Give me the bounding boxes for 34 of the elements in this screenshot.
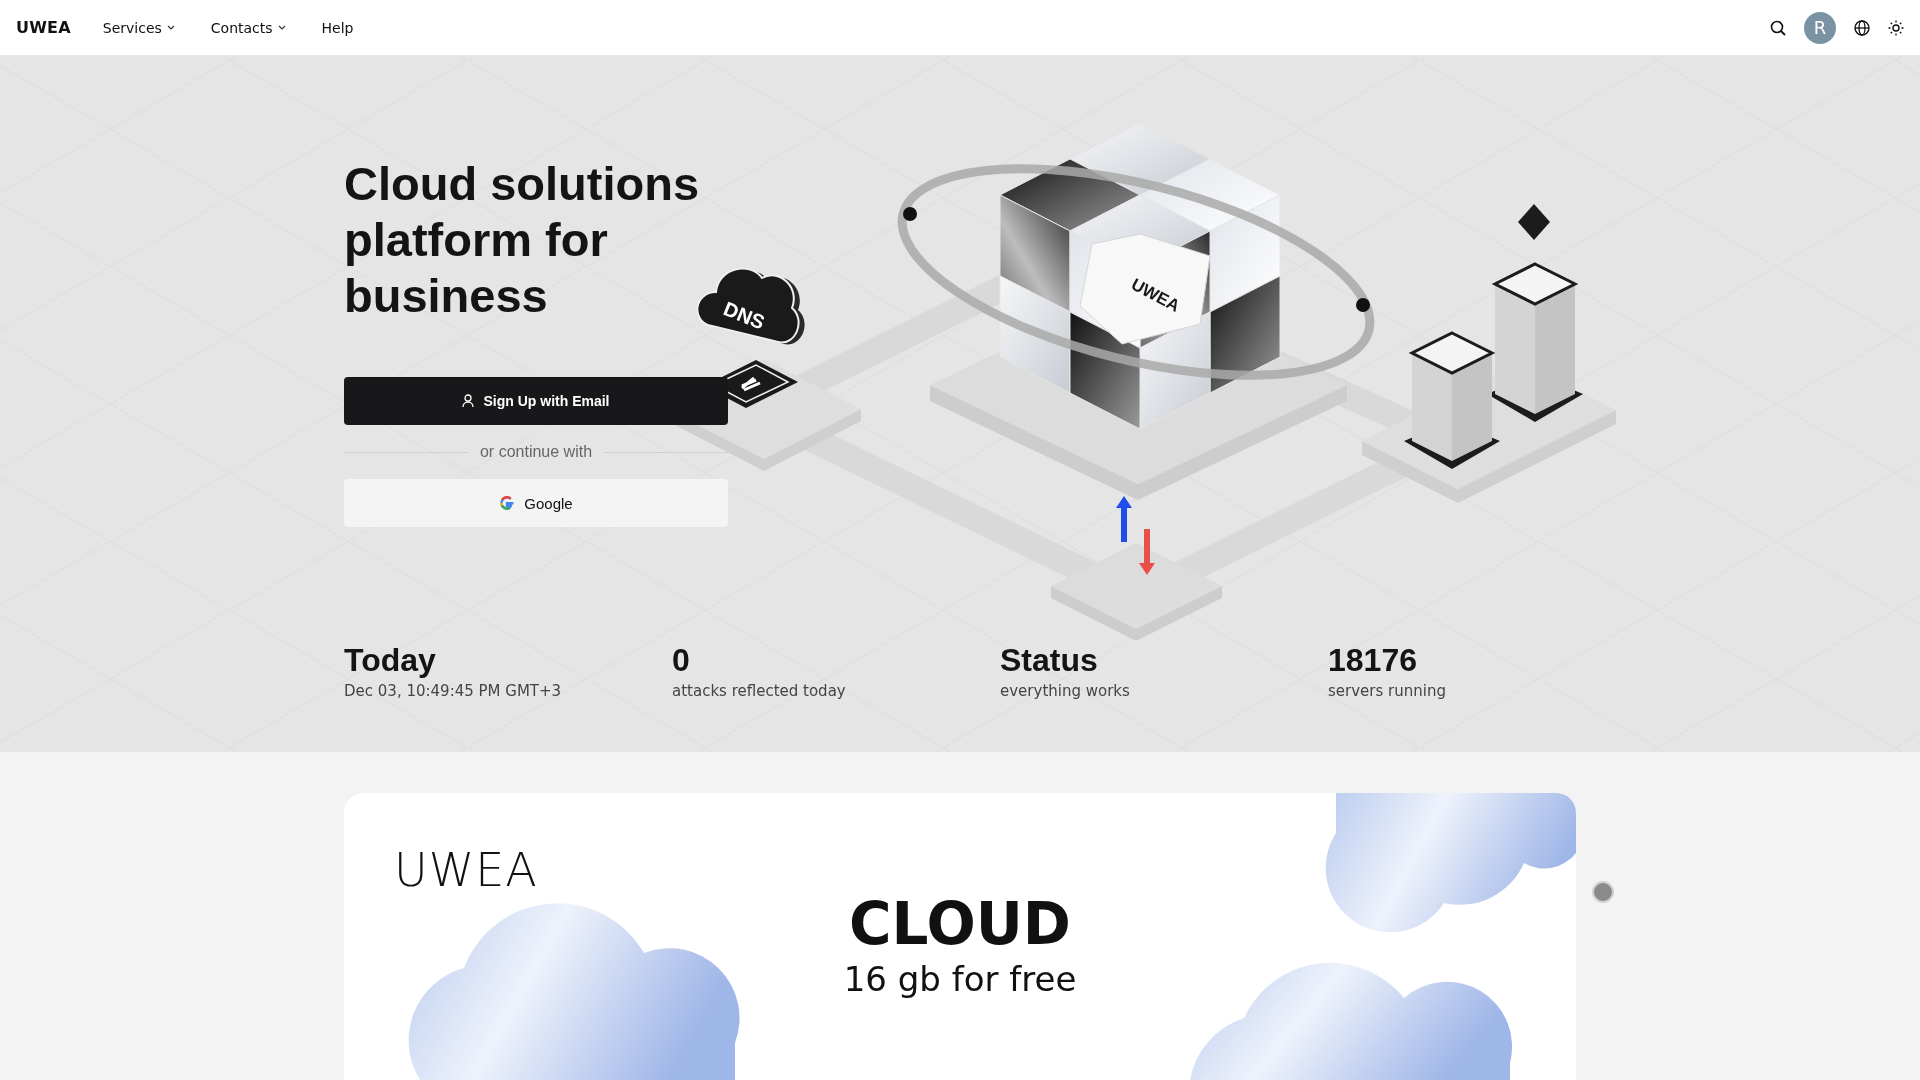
chevron-down-icon: [277, 25, 286, 30]
stat-value: 18176: [1328, 641, 1418, 680]
banner-subline: 16 gb for free: [843, 958, 1077, 1001]
cloud-icon: [696, 267, 805, 345]
stat-value: Status: [1000, 641, 1099, 680]
search-icon[interactable]: [1770, 19, 1786, 36]
stat-label: everything works: [1000, 682, 1131, 700]
cloud-label: DNS: [720, 297, 768, 334]
sign-up-email-button[interactable]: Sign Up with Email: [344, 377, 728, 425]
stat-label: servers running: [1328, 682, 1447, 700]
hero-heading: Cloud solutions platform for business: [344, 156, 701, 324]
stat-label: attacks reflected today: [672, 682, 847, 700]
stat-value: 0: [672, 641, 691, 680]
chevron-down-icon: [166, 25, 175, 30]
divider-text: or continue with: [479, 443, 593, 461]
logo[interactable]: UWEA: [16, 18, 71, 37]
nav-menu-item[interactable]: Contacts: [210, 19, 286, 36]
up-arrow-icon: [1116, 496, 1132, 542]
google-logo-icon: [499, 495, 516, 511]
person-icon: [462, 394, 475, 408]
banner-headline: CLOUD: [849, 891, 1071, 957]
nav-menu-item[interactable]: Services: [102, 19, 175, 36]
down-arrow-icon: [1139, 529, 1155, 575]
google-sign-in-button[interactable]: Google: [344, 479, 728, 527]
orbit-dot: [903, 207, 917, 221]
orbit-dot: [1356, 298, 1370, 312]
banner-brand: UWEA: [394, 845, 538, 895]
diamond-icon: [1518, 204, 1550, 240]
nav-menu-item[interactable]: Help: [321, 19, 354, 36]
globe-icon[interactable]: [1854, 19, 1870, 36]
sun-icon[interactable]: [1888, 19, 1904, 36]
stat-label: Dec 03, 10:49:45 PM GMT+3: [344, 682, 563, 700]
stat-value: Today: [344, 641, 437, 680]
scroll-indicator-dot[interactable]: [1592, 881, 1614, 903]
